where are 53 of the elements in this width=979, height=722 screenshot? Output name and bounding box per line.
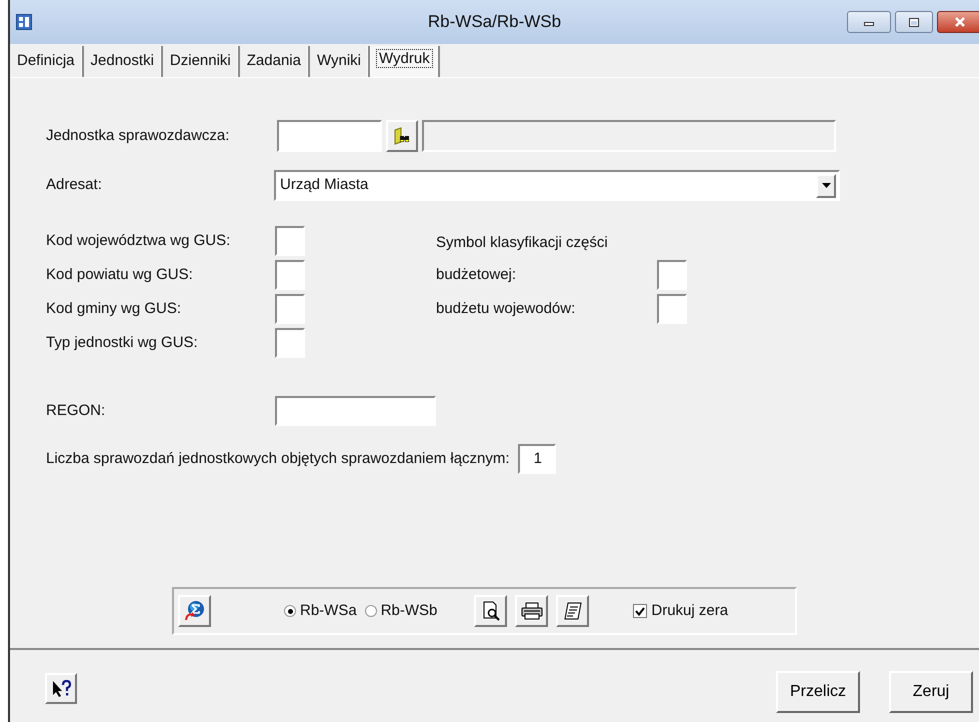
globe-sigma-icon xyxy=(184,600,206,622)
radio-button[interactable]: Rb-WSa xyxy=(284,600,357,622)
field-label: Kod województwa wg GUS: xyxy=(46,230,232,251)
maximize-icon xyxy=(909,18,919,26)
tab[interactable]: Dzienniki xyxy=(162,46,240,77)
phone-document-icon xyxy=(562,601,583,621)
maximize-button[interactable] xyxy=(895,11,933,33)
code-field[interactable] xyxy=(275,226,305,256)
magnifier-document-icon xyxy=(480,601,501,621)
folder-binoculars-icon xyxy=(393,127,411,145)
pointer-question-icon xyxy=(51,680,71,698)
search-button[interactable] xyxy=(386,120,418,152)
minimize-button[interactable] xyxy=(847,11,891,33)
tab[interactable]: Definicja xyxy=(10,46,84,77)
window-title: Rb-WSa/Rb-WSb xyxy=(428,12,562,32)
code-field[interactable] xyxy=(277,120,382,152)
preview-button[interactable] xyxy=(474,595,508,627)
help-button[interactable] xyxy=(45,673,77,704)
field-label: Kod powiatu wg GUS: xyxy=(46,264,194,285)
addressee-dropdown[interactable]: Urząd Miasta xyxy=(274,170,840,201)
field-label: budżetu wojewodów: xyxy=(436,298,576,319)
fax-button[interactable] xyxy=(556,595,590,627)
code-field[interactable] xyxy=(275,260,305,290)
field-label: Adresat: xyxy=(46,175,103,196)
tab[interactable]: Wydruk xyxy=(370,46,440,77)
tab[interactable]: Jednostki xyxy=(84,46,163,77)
print-button[interactable] xyxy=(515,595,548,627)
code-field[interactable] xyxy=(275,328,305,358)
checkbox[interactable]: Drukuj zera xyxy=(633,600,728,622)
close-button[interactable] xyxy=(937,11,979,33)
radio-button[interactable]: Rb-WSb xyxy=(364,600,438,622)
action-button[interactable]: Przelicz xyxy=(776,671,860,713)
field-label: Kod gminy wg GUS: xyxy=(46,298,182,319)
caret-icon xyxy=(822,183,830,188)
checkmark-icon xyxy=(635,606,646,616)
field-label: Typ jednostki wg GUS: xyxy=(46,332,199,353)
close-icon xyxy=(954,17,966,27)
code-field[interactable] xyxy=(657,260,687,290)
field-label: REGON: xyxy=(46,400,106,421)
app-icon xyxy=(16,14,32,30)
field-label: budżetowej: xyxy=(436,264,518,285)
regon-field[interactable] xyxy=(275,396,436,426)
code-field[interactable] xyxy=(275,294,305,324)
calculate-button[interactable] xyxy=(178,595,211,627)
count-field[interactable]: 1 xyxy=(518,444,556,474)
field-label: Liczba sprawozdań jednostkowych objętych sprawozdaniem łącznym: xyxy=(46,448,510,469)
tab[interactable]: Zadania xyxy=(240,46,310,77)
field-label: Jednostka sprawozdawcza: xyxy=(46,126,230,146)
printer-icon xyxy=(520,602,543,620)
action-button[interactable]: Zeruj xyxy=(889,671,973,713)
dropdown-value: Urząd Miasta xyxy=(280,175,370,196)
code-field[interactable] xyxy=(657,294,687,324)
field-label: Symbol klasyfikacji części xyxy=(436,232,608,253)
